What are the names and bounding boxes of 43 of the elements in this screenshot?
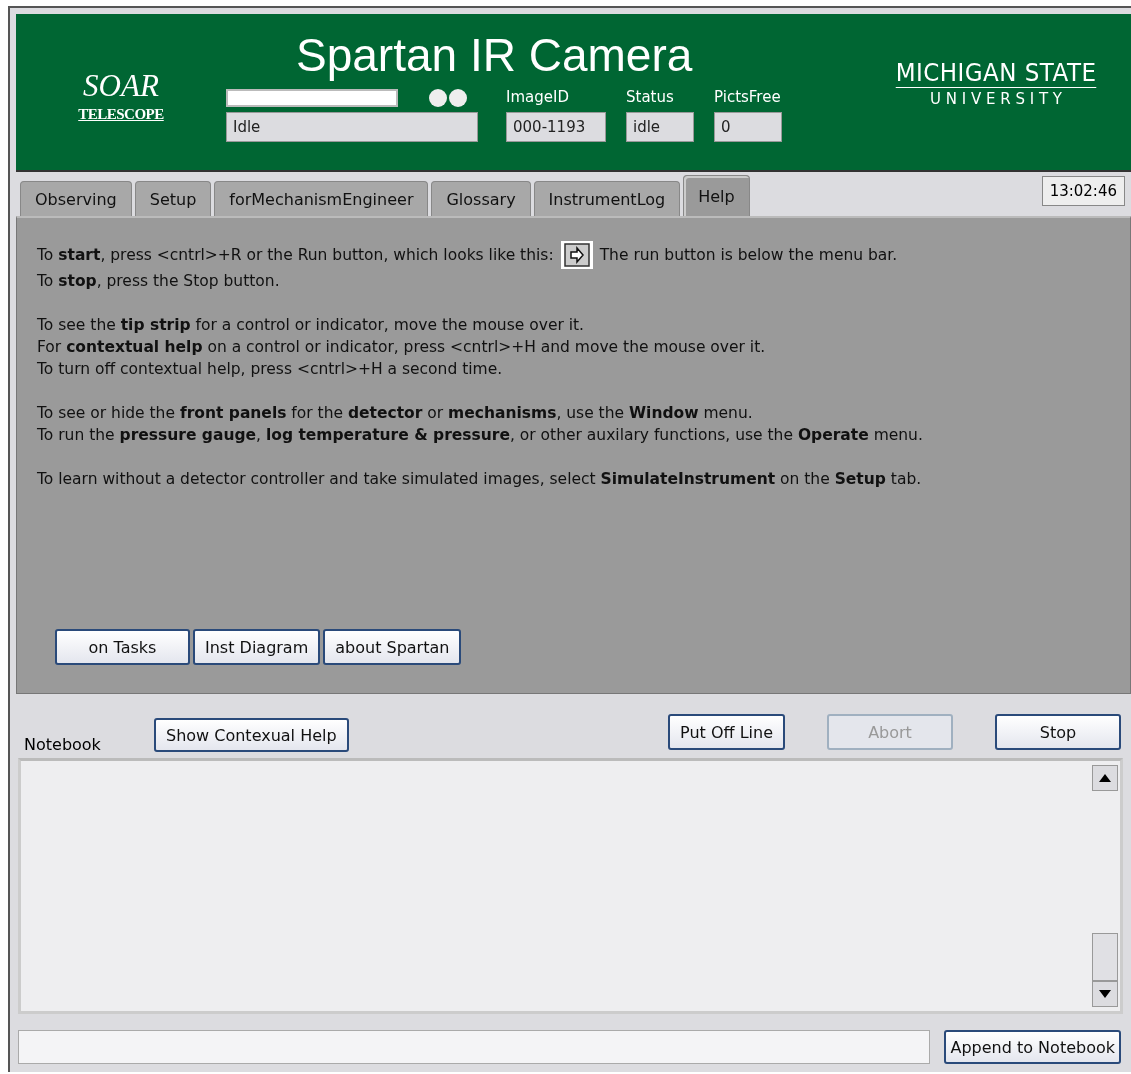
help-text: To run the pressure gauge, log temperature & pressure, or other auxilary functions, use the Operate menu. — [37, 425, 923, 446]
indicator-value: idle — [626, 112, 694, 142]
help-text: To start, press <cntrl>+R or the Run button, which looks like this: — [37, 245, 554, 266]
action-button[interactable]: Put Off Line — [668, 714, 785, 750]
tab[interactable]: Help — [683, 175, 750, 216]
clock-display: 13:02:46 — [1041, 176, 1125, 206]
soar-logo-title: SOAR — [83, 67, 159, 104]
help-text: To see the tip strip for a control or indicator, move the mouse over it. — [37, 315, 585, 336]
help-text: To stop, press the Stop button. — [37, 271, 280, 292]
scroll-up-button[interactable] — [1092, 765, 1118, 791]
tab[interactable]: Glossary — [431, 181, 531, 216]
indicator-label: ImageID — [506, 88, 570, 106]
indicator-value: 0 — [714, 112, 782, 142]
help-text: To see or hide the front panels for the detector or mechanisms, use the Window menu. — [37, 403, 753, 424]
down-arrow-icon — [1099, 990, 1111, 998]
notebook-label: Notebook — [24, 735, 102, 754]
university-logo-name: MICHIGAN STATE — [895, 58, 1097, 88]
help-text: To turn off contextual help, press <cntrl>+H a second time. — [37, 359, 503, 380]
help-text: For contextual help on a control or indicator, press <cntrl>+H and move the mouse over it. — [37, 337, 766, 358]
message-field: Idle — [226, 112, 478, 142]
indicator-label: PictsFree — [714, 88, 782, 106]
contextual-help-button[interactable]: Show Contexual Help — [154, 718, 349, 752]
tab[interactable]: Setup — [134, 181, 212, 216]
app-title: Spartan IR Camera — [296, 28, 694, 82]
help-text: The run button is below the menu bar. — [599, 245, 898, 266]
tab[interactable]: forMechanismEngineer — [214, 181, 429, 216]
university-logo-subtitle: U N I V E R S I T Y — [930, 90, 1062, 108]
help-button[interactable]: about Spartan — [323, 629, 462, 665]
append-button[interactable]: Append to Notebook — [944, 1030, 1121, 1064]
action-button[interactable]: Stop — [995, 714, 1121, 750]
notebook-entry-field[interactable] — [18, 1030, 931, 1064]
indicator-label: Status — [626, 88, 675, 106]
help-button[interactable]: on Tasks — [55, 629, 190, 665]
tab[interactable]: InstrumentLog — [533, 181, 681, 216]
indicator-lights-icon — [428, 88, 470, 108]
soar-logo-subtitle: TELESCOPE — [78, 105, 164, 123]
scroll-down-button[interactable] — [1092, 981, 1118, 1007]
scroll-thumb[interactable] — [1092, 933, 1118, 981]
tab[interactable]: Observing — [20, 181, 132, 216]
help-text: To learn without a detector controller and take simulated images, select SimulateInstrument on the Setup tab. — [37, 469, 922, 490]
help-button[interactable]: Inst Diagram — [193, 629, 321, 665]
up-arrow-icon — [1099, 774, 1111, 782]
indicator-value: 000-1193 — [506, 112, 606, 142]
